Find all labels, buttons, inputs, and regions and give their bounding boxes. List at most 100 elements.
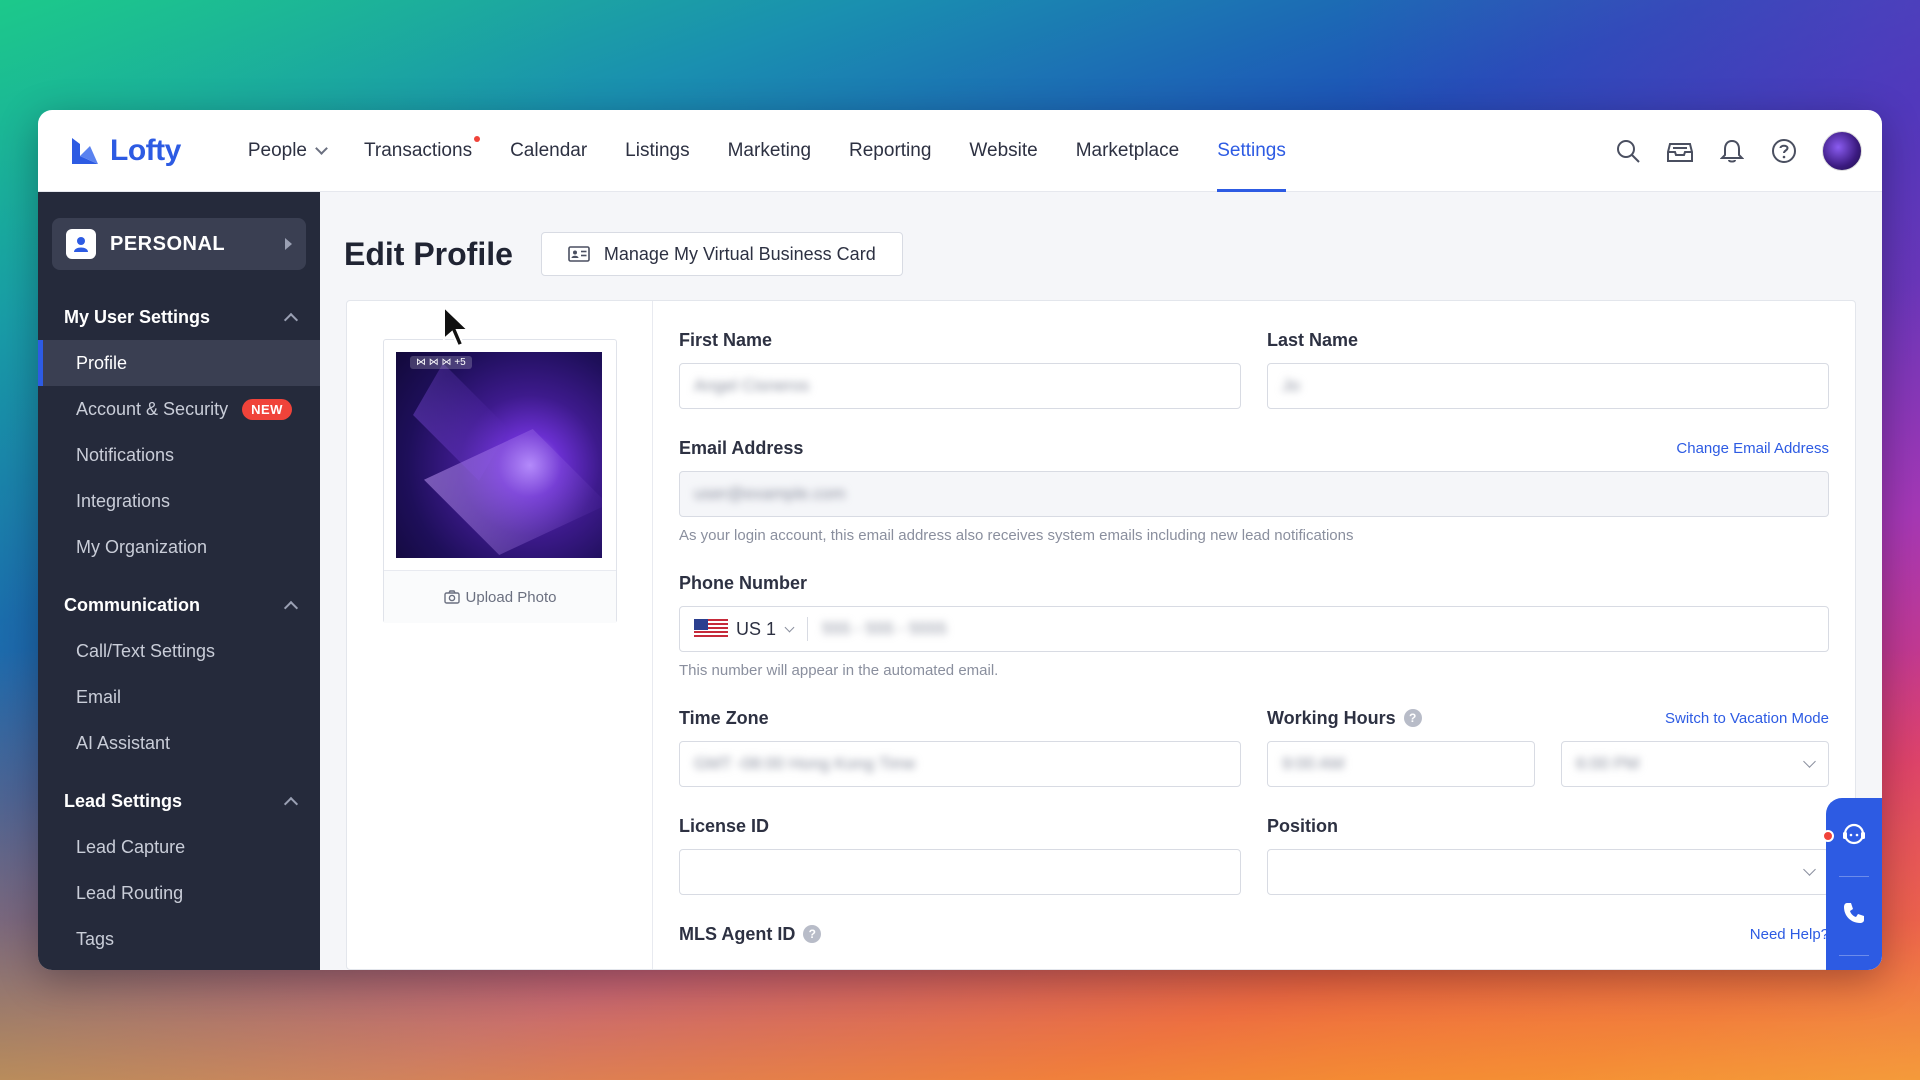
nav-reporting[interactable]: Reporting (830, 110, 950, 191)
working-hours-pair: 9:00 AM 6:00 PM (1267, 741, 1829, 787)
sidebar-item-label: Lead Capture (76, 836, 186, 857)
sidebar-item-integrations[interactable]: Integrations (38, 478, 320, 524)
profile-photo[interactable]: ⋈ ⋈ ⋈ +5 (396, 352, 602, 558)
label-line: First Name (679, 327, 1241, 353)
profile-form: First Name Angel Cisneros Last Name Jo E… (653, 301, 1855, 969)
first-name-input[interactable]: Angel Cisneros (679, 363, 1241, 409)
nav-people[interactable]: People (229, 110, 345, 191)
phone-field: Phone Number US 1 555 - 555 - 5555 This … (679, 570, 1829, 679)
sidebar-item-label: Email (76, 686, 122, 707)
label-line: Last Name (1267, 327, 1829, 353)
divider (1839, 954, 1869, 956)
personal-switcher[interactable]: PERSONAL (52, 218, 306, 270)
nav-website-label: Website (969, 139, 1038, 161)
nav-marketplace[interactable]: Marketplace (1057, 110, 1199, 191)
timezone-select[interactable]: GMT -08:00 Hong Kong Time (679, 741, 1241, 787)
chevron-down-icon (1803, 863, 1816, 876)
photo-tag: ⋈ ⋈ ⋈ +5 (410, 356, 472, 369)
sidebar-item-label: AI Assistant (76, 732, 171, 753)
chevron-down-icon (1803, 755, 1816, 768)
support-agent-icon[interactable] (1840, 820, 1868, 853)
inbox-icon[interactable] (1666, 137, 1694, 165)
chevron-up-icon (283, 796, 299, 812)
label-line: Time Zone (679, 705, 1241, 731)
sidebar-item-lead-routing[interactable]: Lead Routing (38, 870, 320, 916)
email-hint: As your login account, this email addres… (679, 527, 1354, 544)
top-nav: Lofty People Transactions Calendar Listi… (38, 110, 1882, 192)
nav-listings[interactable]: Listings (606, 110, 708, 191)
phone-input[interactable]: US 1 555 - 555 - 5555 (679, 606, 1829, 652)
divider (1839, 876, 1869, 878)
label-line: MLS Agent ID? Need Help? (679, 921, 1829, 947)
chevron-down-icon (315, 141, 328, 155)
photo-column: ⋈ ⋈ ⋈ +5 Upload Photo (347, 301, 653, 969)
sidebar-item-label: Tags (76, 928, 115, 949)
help-icon[interactable]: ? (1403, 709, 1422, 727)
mouse-cursor-icon (443, 305, 471, 348)
nav-website[interactable]: Website (950, 110, 1056, 191)
app-window: Lofty People Transactions Calendar Listi… (38, 110, 1882, 970)
sidebar-item-call-text-settings[interactable]: Call/Text Settings (38, 628, 320, 674)
phone-icon[interactable] (1841, 900, 1867, 931)
timezone-value: GMT -08:00 Hong Kong Time (694, 754, 916, 773)
section-header[interactable]: Lead Settings (38, 778, 320, 824)
change-email-link[interactable]: Change Email Address (1676, 440, 1829, 457)
sidebar-item-my-organization[interactable]: My Organization (38, 524, 320, 570)
position-label: Position (1267, 815, 1338, 836)
help-icon[interactable] (1770, 137, 1798, 165)
end-value: 6:00 PM (1576, 754, 1640, 773)
support-widget (1822, 798, 1882, 970)
sidebar-item-label: Integrations (76, 490, 171, 511)
us-flag-icon (694, 619, 728, 639)
nav-calendar[interactable]: Calendar (491, 110, 606, 191)
nav-marketplace-label: Marketplace (1075, 139, 1180, 161)
nav-transactions-label: Transactions (364, 139, 473, 161)
sidebar-item-email[interactable]: Email (38, 674, 320, 720)
license-input[interactable] (679, 849, 1241, 895)
help-icon[interactable]: ? (803, 925, 822, 943)
last-name-value: Jo (1282, 376, 1300, 395)
license-label: License ID (679, 815, 770, 836)
working-hours-start[interactable]: 9:00 AM (1267, 741, 1535, 787)
section-communication: Communication Call/Text Settings Email A… (38, 582, 320, 766)
sidebar-item-ai-assistant[interactable]: AI Assistant (38, 720, 320, 766)
phone-hint: This number will appear in the automated… (679, 662, 999, 679)
chevron-up-icon (283, 312, 299, 328)
vacation-mode-link[interactable]: Switch to Vacation Mode (1665, 710, 1829, 727)
time-row: Time Zone GMT -08:00 Hong Kong Time Work… (679, 705, 1829, 787)
sidebar-item-profile[interactable]: Profile (38, 340, 320, 386)
nav-people-label: People (247, 139, 307, 161)
nav-settings-label: Settings (1217, 139, 1286, 161)
sidebar-item-notifications[interactable]: Notifications (38, 432, 320, 478)
label-line: Working Hours? Switch to Vacation Mode (1267, 705, 1829, 731)
working-hours-end[interactable]: 6:00 PM (1561, 741, 1829, 787)
position-select[interactable] (1267, 849, 1829, 895)
country-code-select[interactable]: US 1 (694, 617, 809, 641)
need-help-link[interactable]: Need Help? (1750, 926, 1829, 943)
nav-marketing[interactable]: Marketing (709, 110, 830, 191)
manage-business-card-button[interactable]: Manage My Virtual Business Card (540, 232, 903, 276)
bell-icon[interactable] (1718, 137, 1746, 165)
sidebar-item-tags[interactable]: Tags (38, 916, 320, 962)
last-name-input[interactable]: Jo (1267, 363, 1829, 409)
nav-listings-label: Listings (625, 139, 690, 161)
sidebar-item-label: Notifications (76, 444, 175, 465)
main-header: Edit Profile Manage My Virtual Business … (320, 192, 1882, 290)
search-icon[interactable] (1614, 137, 1642, 165)
nav-settings[interactable]: Settings (1198, 110, 1305, 192)
nav-transactions[interactable]: Transactions (345, 110, 491, 191)
section-header[interactable]: My User Settings (38, 294, 320, 340)
sidebar-item-account-security[interactable]: Account & Security NEW (38, 386, 320, 432)
profile-photo-box: ⋈ ⋈ ⋈ +5 Upload Photo (383, 339, 617, 623)
caret-right-icon (285, 238, 292, 250)
name-row: First Name Angel Cisneros Last Name Jo (679, 327, 1829, 409)
nav-reporting-label: Reporting (849, 139, 932, 161)
section-header[interactable]: Communication (38, 582, 320, 628)
sidebar-item-label: My Organization (76, 536, 208, 557)
logo[interactable]: Lofty (68, 134, 181, 168)
upload-photo-button[interactable]: Upload Photo (384, 570, 616, 623)
section-my-user-settings: My User Settings Profile Account & Secur… (38, 294, 320, 570)
sidebar-item-lead-capture[interactable]: Lead Capture (38, 824, 320, 870)
avatar[interactable] (1822, 130, 1862, 171)
phone-label: Phone Number (679, 572, 808, 593)
